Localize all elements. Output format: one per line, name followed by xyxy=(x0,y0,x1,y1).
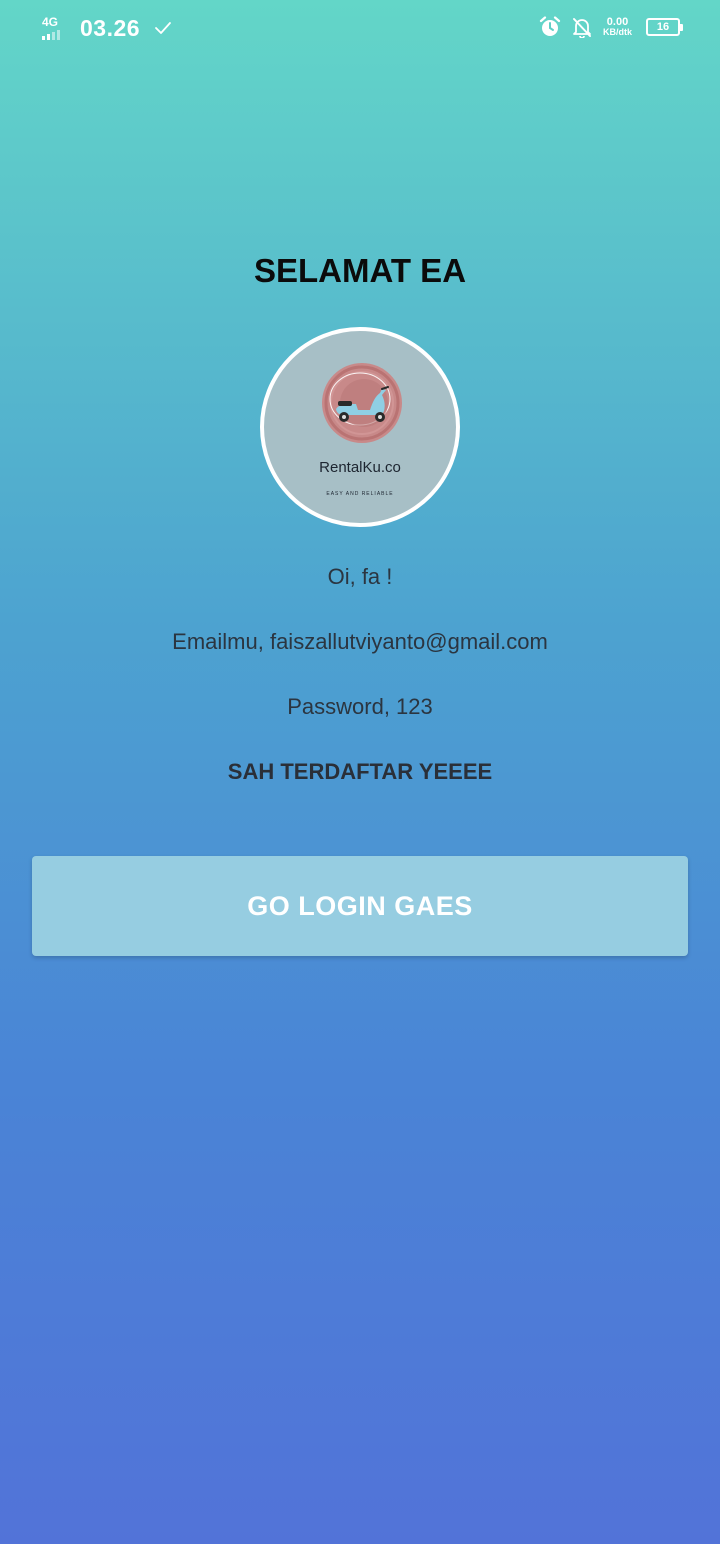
check-icon xyxy=(155,22,171,34)
status-bar-left: 4G 03.26 xyxy=(42,14,172,42)
greeting-text: Oi, fa ! xyxy=(327,564,393,589)
password-text: Password, 123 xyxy=(287,694,433,719)
app-logo: RentalKu.co EASY AND RELIABLE xyxy=(260,327,460,527)
clock: 03.26 xyxy=(80,14,141,41)
scooter-icon xyxy=(322,363,402,443)
email-text: Emailmu, faiszallutviyanto@gmail.com xyxy=(172,629,548,654)
network-speed: 0.00 KB/dtk xyxy=(603,16,632,38)
signal-icon: 4G xyxy=(42,14,76,42)
battery-level: 16 xyxy=(656,21,670,33)
battery-icon: 16 xyxy=(646,18,683,36)
registration-status: SAH TERDAFTAR YEEEE xyxy=(227,759,493,784)
notifications-off-icon xyxy=(573,18,591,38)
status-bar: 4G 03.26 0.00 KB/dtk 16 xyxy=(0,0,720,58)
logo-tagline: EASY AND RELIABLE xyxy=(326,491,394,497)
network-type: 4G xyxy=(42,15,59,29)
status-bar-right: 0.00 KB/dtk 16 xyxy=(539,16,683,38)
logo-brand-name: RentalKu.co xyxy=(319,459,401,476)
page-title: SELAMAT EA xyxy=(253,252,467,289)
alarm-icon xyxy=(539,16,561,36)
go-login-button[interactable]: GO LOGIN GAES xyxy=(32,856,688,956)
